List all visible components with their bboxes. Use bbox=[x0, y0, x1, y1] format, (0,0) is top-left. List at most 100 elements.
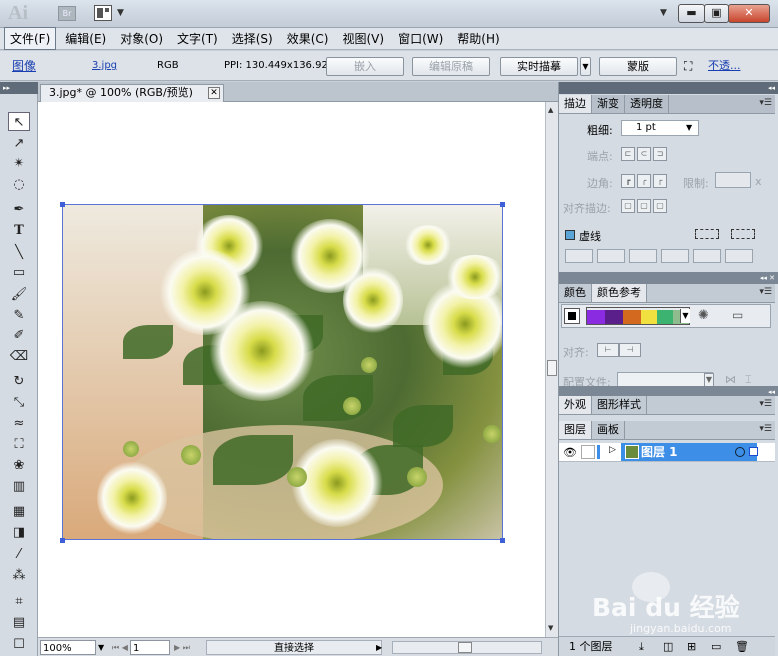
save-color-group-icon[interactable]: ▭ bbox=[732, 308, 743, 322]
chevron-down-icon[interactable]: ▼ bbox=[117, 8, 124, 18]
slice-tool-icon[interactable]: ⌗ bbox=[8, 592, 30, 611]
profile-chevron-icon[interactable]: ▼ bbox=[704, 373, 714, 387]
current-tool-status[interactable]: 直接选择 bbox=[206, 640, 382, 655]
selection-tool-icon[interactable]: ↖ bbox=[8, 112, 30, 131]
bounding-handle[interactable] bbox=[60, 538, 65, 543]
paintbrush-tool-icon[interactable]: 🖌 bbox=[8, 285, 30, 304]
dock-header[interactable]: ◂◂ bbox=[559, 82, 778, 94]
square-cap-icon[interactable]: ⊐ bbox=[653, 147, 667, 161]
dash-align-icon[interactable] bbox=[731, 229, 755, 239]
lasso-tool-icon[interactable]: ◌ bbox=[8, 175, 30, 194]
harmony-swatch[interactable] bbox=[605, 310, 623, 324]
scroll-up-icon[interactable]: ▲ bbox=[548, 106, 553, 114]
first-page-icon[interactable]: ⏮ ◀ bbox=[112, 640, 128, 655]
blend-tool-icon[interactable]: ⁂ bbox=[8, 566, 30, 585]
flip-icon[interactable]: ⋈ bbox=[725, 373, 736, 386]
limit-input[interactable] bbox=[715, 172, 751, 188]
harmony-swatches[interactable] bbox=[586, 307, 690, 325]
hand-tool-icon[interactable]: ☐ bbox=[8, 635, 30, 654]
menu-object[interactable]: 对象(O) bbox=[115, 28, 168, 49]
rotate-tool-icon[interactable]: ↻ bbox=[8, 372, 30, 391]
expand-layer-chevron-icon[interactable]: ▷ bbox=[609, 445, 616, 455]
tab-stroke[interactable]: 描边 bbox=[559, 95, 592, 113]
zoom-chevron-icon[interactable]: ▼ bbox=[98, 640, 104, 655]
menu-view[interactable]: 视图(V) bbox=[337, 28, 389, 49]
harmony-chevron-icon[interactable]: ▼ bbox=[680, 309, 690, 323]
lock-toggle[interactable] bbox=[581, 445, 595, 459]
harmony-swatch[interactable] bbox=[657, 310, 673, 324]
scroll-down-icon[interactable]: ▼ bbox=[548, 624, 553, 632]
minimize-button[interactable]: ▬ bbox=[678, 4, 705, 23]
gap-2-input[interactable] bbox=[661, 249, 689, 263]
eraser-tool-icon[interactable]: ⌫ bbox=[8, 347, 30, 366]
miter-join-icon[interactable]: ┏ bbox=[621, 174, 635, 188]
scroll-thumb[interactable] bbox=[547, 360, 557, 376]
visibility-eye-icon[interactable]: 👁 bbox=[563, 446, 577, 459]
vertical-scrollbar[interactable]: ▲ ▼ bbox=[545, 102, 558, 637]
appearance-panel-menu-icon[interactable]: ▾☰ bbox=[759, 399, 772, 409]
appearance-panel-header[interactable]: ◂◂ bbox=[559, 386, 778, 396]
tab-transparency[interactable]: 透明度 bbox=[625, 95, 669, 113]
stroke-panel-menu-icon[interactable]: ▾☰ bbox=[759, 98, 772, 108]
bounding-handle[interactable] bbox=[60, 202, 65, 207]
status-menu-icon[interactable]: ▶ bbox=[376, 640, 382, 655]
type-tool-icon[interactable]: T bbox=[8, 221, 30, 240]
magic-wand-tool-icon[interactable]: ✴ bbox=[8, 154, 30, 173]
warp-tool-icon[interactable]: ≈ bbox=[8, 414, 30, 433]
column-graph-alt-icon[interactable]: ▤ bbox=[8, 613, 30, 632]
file-link[interactable]: 3.jpg bbox=[92, 57, 117, 75]
opacity-link[interactable]: 不透... bbox=[708, 57, 741, 75]
mask-button[interactable]: 蒙版 bbox=[599, 57, 677, 76]
bounding-handle[interactable] bbox=[500, 538, 505, 543]
workspace-chevron-down-icon[interactable]: ▼ bbox=[660, 8, 667, 18]
gap-3-input[interactable] bbox=[725, 249, 753, 263]
harmony-swatch[interactable] bbox=[641, 310, 657, 324]
horizontal-scroll-thumb[interactable] bbox=[458, 642, 472, 653]
dash-3-input[interactable] bbox=[693, 249, 721, 263]
direct-selection-tool-icon[interactable]: ↗ bbox=[8, 134, 30, 153]
menu-edit[interactable]: 编辑(E) bbox=[60, 28, 111, 49]
bridge-icon[interactable]: Br bbox=[58, 6, 76, 21]
dashed-line-checkbox[interactable] bbox=[565, 230, 575, 240]
document-tab[interactable]: 3.jpg* @ 100% (RGB/预览) ✕ bbox=[40, 84, 224, 102]
color-panel-header[interactable]: ◂◂ ✕ bbox=[559, 272, 778, 284]
zoom-select[interactable]: 100% bbox=[40, 640, 96, 655]
layer-row[interactable]: 👁 ▷ 图层 1 bbox=[559, 443, 775, 462]
live-trace-button[interactable]: 实时描摹 bbox=[500, 57, 578, 76]
tools-panel-header[interactable]: ▸▸ bbox=[0, 82, 38, 94]
placed-image-chrysanthemums[interactable] bbox=[62, 204, 503, 540]
menu-help[interactable]: 帮助(H) bbox=[452, 28, 504, 49]
scale-tool-icon[interactable]: ⤡ bbox=[8, 393, 30, 412]
dash-1-input[interactable] bbox=[565, 249, 593, 263]
bevel-join-icon[interactable]: ┌ bbox=[653, 174, 667, 188]
harmony-swatch[interactable] bbox=[623, 310, 641, 324]
eyedropper-tool-icon[interactable]: ⁄ bbox=[8, 545, 30, 564]
close-document-icon[interactable]: ✕ bbox=[208, 87, 220, 99]
align-right-icon[interactable]: ⊣ bbox=[619, 343, 641, 357]
base-color-swatch[interactable] bbox=[564, 308, 580, 324]
gradient-tool-icon[interactable]: ◨ bbox=[8, 523, 30, 542]
align-outside-icon[interactable]: ▢ bbox=[653, 199, 667, 213]
align-inside-icon[interactable]: ▢ bbox=[637, 199, 651, 213]
color-wheel-icon[interactable]: ✺ bbox=[698, 308, 709, 323]
stroke-weight-chevron-icon[interactable]: ▼ bbox=[686, 123, 692, 132]
tab-layers[interactable]: 图层 bbox=[559, 421, 592, 439]
gap-1-input[interactable] bbox=[597, 249, 625, 263]
dash-2-input[interactable] bbox=[629, 249, 657, 263]
tab-color[interactable]: 颜色 bbox=[559, 284, 592, 302]
align-left-icon[interactable]: ⊢ bbox=[597, 343, 619, 357]
line-tool-icon[interactable]: ╲ bbox=[8, 243, 30, 262]
live-trace-options-chevron-icon[interactable]: ▼ bbox=[580, 57, 591, 76]
embed-button[interactable]: 嵌入 bbox=[326, 57, 404, 76]
tab-artboards[interactable]: 画板 bbox=[592, 421, 625, 439]
round-join-icon[interactable]: ╭ bbox=[637, 174, 651, 188]
page-select[interactable]: 1 bbox=[130, 640, 170, 655]
tab-appearance[interactable]: 外观 bbox=[559, 396, 592, 414]
arrange-documents-icon[interactable] bbox=[94, 5, 112, 21]
tab-color-guide[interactable]: 颜色参考 bbox=[592, 284, 647, 302]
blob-brush-tool-icon[interactable]: ✐ bbox=[8, 326, 30, 345]
tab-graphic-styles[interactable]: 图形样式 bbox=[592, 396, 647, 414]
rectangle-tool-icon[interactable]: ▭ bbox=[8, 263, 30, 282]
column-graph-tool-icon[interactable]: ▥ bbox=[8, 477, 30, 496]
target-circle-icon[interactable] bbox=[735, 447, 745, 457]
